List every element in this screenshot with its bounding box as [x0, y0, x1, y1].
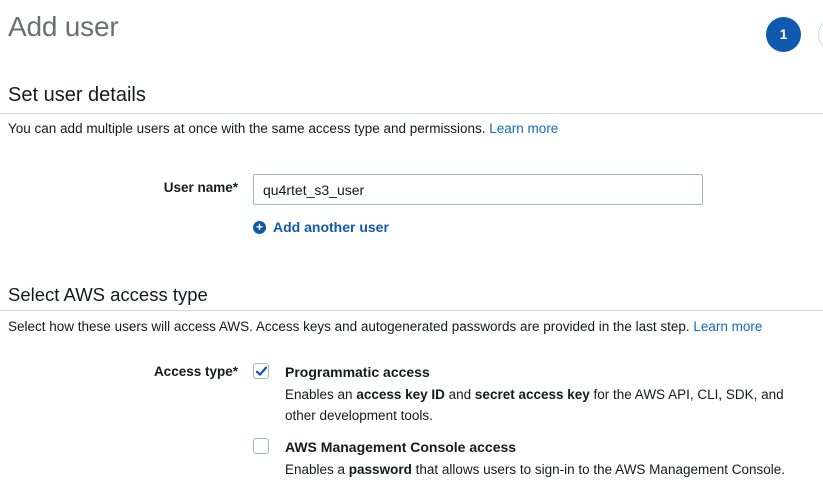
user-details-description: You can add multiple users at once with … [8, 121, 558, 136]
programmatic-access-checkbox[interactable] [253, 363, 269, 379]
divider [0, 113, 823, 114]
plus-circle-icon: + [253, 220, 266, 234]
desc-bold: password [348, 462, 412, 477]
learn-more-link[interactable]: Learn more [693, 319, 762, 334]
console-access-description: Enables a password that allows users to … [285, 459, 815, 480]
access-type-description: Select how these users will access AWS. … [8, 319, 762, 334]
learn-more-link[interactable]: Learn more [489, 121, 558, 136]
console-access-title: AWS Management Console access [285, 439, 517, 455]
desc-bold: secret access key [474, 387, 590, 402]
add-another-user-button[interactable]: + Add another user [253, 219, 389, 235]
step-indicator-current[interactable]: 1 [766, 17, 801, 52]
programmatic-access-title: Programmatic access [285, 364, 430, 380]
page-title: Add user [8, 11, 119, 42]
user-name-label: User name* [163, 180, 238, 195]
divider [0, 310, 823, 311]
checkmark-icon [255, 366, 268, 376]
user-name-input[interactable] [253, 174, 703, 205]
section-heading-user-details: Set user details [8, 84, 146, 106]
desc-text: that allows users to sign-in to the AWS … [411, 462, 786, 477]
add-another-user-label: Add another user [273, 219, 389, 235]
desc-text: Enables an [285, 387, 357, 402]
desc-text: Enables a [285, 462, 349, 477]
console-access-checkbox[interactable] [253, 438, 269, 454]
desc-bold: access key ID [356, 387, 445, 402]
access-type-description-text: Select how these users will access AWS. … [8, 319, 690, 334]
programmatic-access-description: Enables an access key ID and secret acce… [285, 384, 815, 426]
step-indicator-next[interactable] [818, 17, 823, 52]
desc-text: and [444, 387, 475, 402]
section-heading-access-type: Select AWS access type [8, 284, 208, 305]
user-details-description-text: You can add multiple users at once with … [8, 121, 486, 136]
access-type-label: Access type* [153, 364, 238, 379]
